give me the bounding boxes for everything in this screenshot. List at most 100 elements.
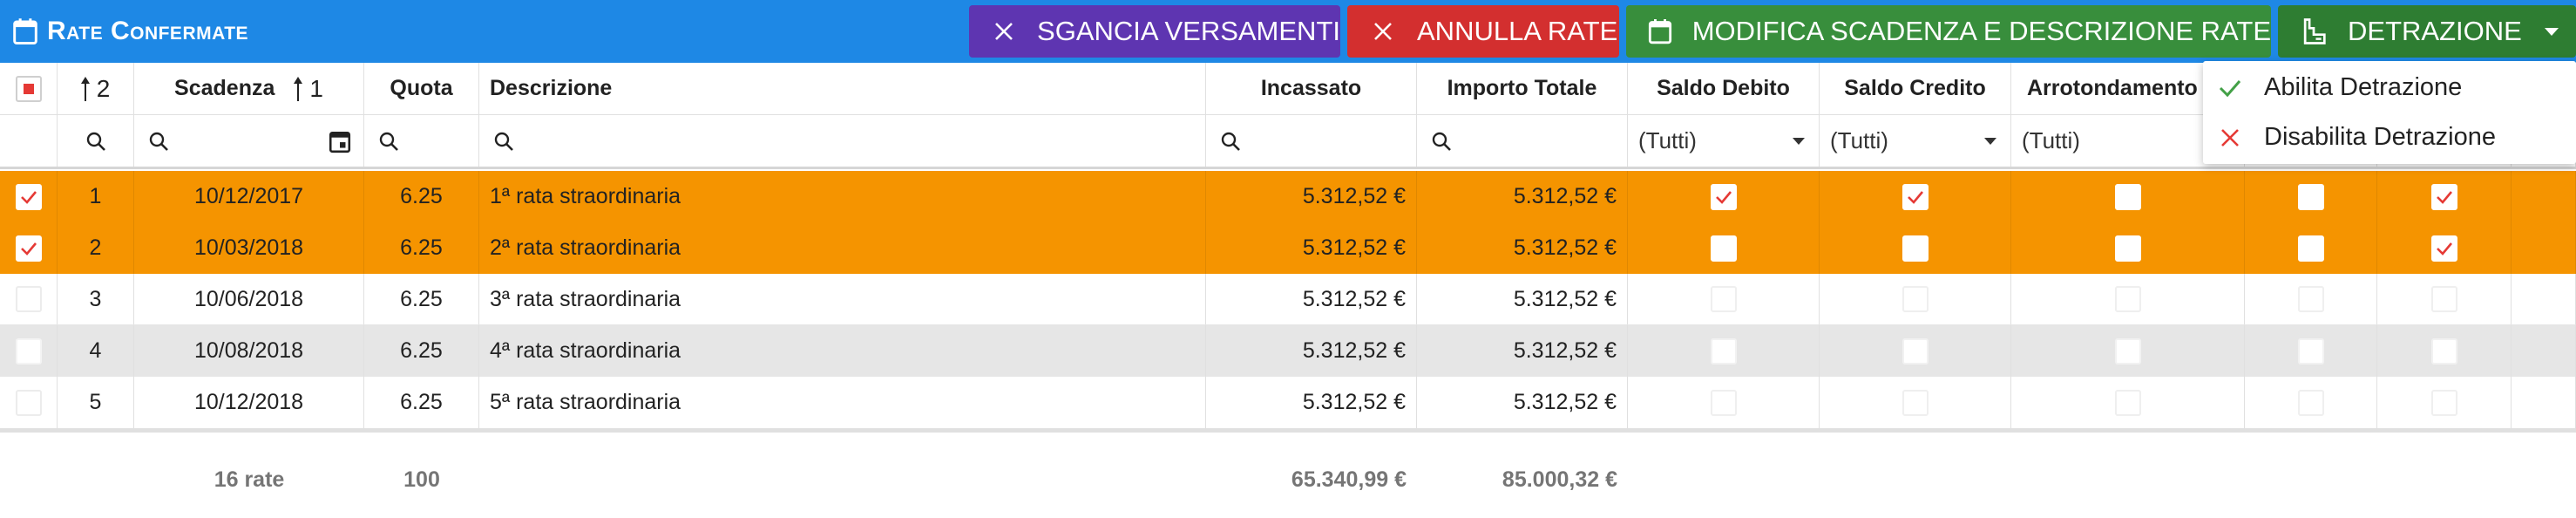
row-scadenza: 10/06/2018 — [134, 274, 364, 324]
column-10-checkbox[interactable] — [2297, 337, 2324, 365]
table-row[interactable]: 1 10/12/2017 6.25 1ª rata straordinaria 5.31… — [0, 171, 2576, 222]
row-select-checkbox[interactable] — [15, 337, 42, 365]
annulla-rate-label: ANNULLA RATE — [1417, 16, 1618, 46]
close-icon — [988, 15, 1020, 48]
filter-saldo-credito-value: (Tutti) — [1830, 127, 1888, 153]
row-column-12 — [2512, 274, 2576, 324]
column-10-checkbox[interactable] — [2297, 183, 2324, 210]
menu-item-abilita-detrazione[interactable]: Abilita Detrazione — [2203, 63, 2576, 112]
footer-importo-total: 85.000,32 € — [1502, 467, 1617, 492]
arrotondamento-checkbox[interactable] — [2114, 337, 2141, 365]
header-number[interactable]: 2 — [58, 63, 134, 114]
row-select-checkbox[interactable] — [15, 389, 42, 416]
calendar-icon — [1645, 15, 1675, 48]
footer-incassato-total: 65.340,99 € — [1291, 467, 1407, 492]
column-10-checkbox[interactable] — [2297, 389, 2324, 416]
header-saldo-credito[interactable]: Saldo Credito — [1820, 63, 2011, 114]
row-descrizione: 1ª rata straordinaria — [479, 171, 1206, 222]
table-row[interactable]: 2 10/03/2018 6.25 2ª rata straordinaria 5.31… — [0, 222, 2576, 274]
row-select-cell[interactable] — [0, 377, 58, 428]
modifica-scadenza-label: MODIFICA SCADENZA E DESCRIZIONE RATE — [1691, 16, 2271, 46]
sgancia-versamenti-button[interactable]: SGANCIA VERSAMENTI — [969, 5, 1340, 58]
table-row[interactable]: 5 10/12/2018 6.25 5ª rata straordinaria 5.31… — [0, 377, 2576, 428]
row-select-checkbox[interactable] — [15, 286, 42, 312]
row-column-12 — [2512, 325, 2576, 377]
header-incassato[interactable]: Incassato — [1206, 63, 1417, 114]
annulla-rate-button[interactable]: ANNULLA RATE — [1347, 5, 1619, 58]
calendar-picker-icon[interactable] — [329, 129, 351, 153]
saldo-credito-checkbox[interactable] — [1901, 235, 1929, 262]
arrotondamento-checkbox-cell — [2011, 171, 2245, 222]
table-row[interactable]: 3 10/06/2018 6.25 3ª rata straordinaria 5.31… — [0, 274, 2576, 325]
header-scadenza[interactable]: Scadenza 1 — [134, 63, 364, 114]
saldo-debito-checkbox[interactable] — [1710, 235, 1737, 262]
row-select-cell[interactable] — [0, 222, 58, 274]
saldo-credito-checkbox[interactable] — [1901, 389, 1929, 416]
arrotondamento-checkbox[interactable] — [2114, 389, 2141, 416]
row-number: 3 — [58, 274, 134, 324]
column-11-checkbox-cell — [2377, 274, 2512, 324]
saldo-credito-checkbox[interactable] — [1901, 286, 1929, 312]
filter-importo-totale[interactable] — [1417, 115, 1628, 167]
row-importo-totale: 5.312,52 € — [1417, 325, 1628, 377]
column-11-checkbox[interactable] — [2430, 235, 2457, 262]
arrotondamento-checkbox[interactable] — [2114, 286, 2141, 312]
sort-order-number: 2 — [96, 74, 111, 102]
row-select-checkbox[interactable] — [15, 183, 42, 210]
column-10-checkbox-cell — [2245, 171, 2377, 222]
saldo-credito-checkbox[interactable] — [1901, 337, 1929, 365]
sort-order-number: 1 — [309, 74, 323, 102]
select-all-checkbox[interactable] — [0, 63, 58, 114]
filter-scadenza[interactable] — [134, 115, 364, 167]
header-importo-totale[interactable]: Importo Totale — [1417, 63, 1628, 114]
column-11-checkbox[interactable] — [2430, 337, 2457, 365]
saldo-debito-checkbox[interactable] — [1710, 337, 1737, 365]
filter-descrizione[interactable] — [479, 115, 1206, 167]
header-saldo-debito[interactable]: Saldo Debito — [1628, 63, 1820, 114]
saldo-debito-checkbox[interactable] — [1710, 183, 1737, 210]
filter-saldo-debito-select[interactable]: (Tutti) — [1628, 115, 1820, 167]
search-icon — [1432, 132, 1451, 151]
row-select-cell[interactable] — [0, 325, 58, 377]
modifica-scadenza-button[interactable]: MODIFICA SCADENZA E DESCRIZIONE RATE — [1626, 5, 2271, 58]
column-11-checkbox[interactable] — [2430, 286, 2457, 312]
arrotondamento-checkbox[interactable] — [2114, 183, 2141, 210]
row-number: 5 — [58, 377, 134, 428]
sort-asc-icon — [80, 76, 90, 101]
column-10-checkbox[interactable] — [2297, 286, 2324, 312]
row-select-cell[interactable] — [0, 171, 58, 222]
filter-incassato[interactable] — [1206, 115, 1417, 167]
row-column-12 — [2512, 222, 2576, 274]
filter-saldo-credito-select[interactable]: (Tutti) — [1820, 115, 2011, 167]
saldo-credito-checkbox[interactable] — [1901, 183, 1929, 210]
filter-number[interactable] — [58, 115, 134, 167]
header-quota[interactable]: Quota — [364, 63, 479, 114]
row-descrizione: 2ª rata straordinaria — [479, 222, 1206, 274]
column-11-checkbox[interactable] — [2430, 183, 2457, 210]
header-arrotondamento-label: Arrotondamento — [2027, 76, 2198, 100]
detrazione-dropdown-button[interactable]: DETRAZIONE — [2278, 5, 2576, 58]
row-incassato: 5.312,52 € — [1206, 222, 1417, 274]
table-row[interactable]: 4 10/08/2018 6.25 4ª rata straordinaria 5.31… — [0, 325, 2576, 377]
row-scadenza: 10/08/2018 — [134, 325, 364, 377]
row-quota: 6.25 — [364, 171, 479, 222]
saldo-debito-checkbox-cell — [1628, 171, 1820, 222]
header-descrizione[interactable]: Descrizione — [479, 63, 1206, 114]
search-icon — [379, 132, 398, 151]
column-10-checkbox[interactable] — [2297, 235, 2324, 262]
row-select-checkbox[interactable] — [15, 235, 42, 262]
filter-quota[interactable] — [364, 115, 479, 167]
row-select-cell[interactable] — [0, 274, 58, 324]
menu-item-label: Disabilita Detrazione — [2264, 123, 2496, 151]
arrotondamento-checkbox[interactable] — [2114, 235, 2141, 262]
detrazione-label: DETRAZIONE — [2348, 16, 2522, 46]
table-bottom-border — [0, 428, 2576, 433]
saldo-debito-checkbox[interactable] — [1710, 389, 1737, 416]
saldo-debito-checkbox[interactable] — [1710, 286, 1737, 312]
check-icon — [2217, 78, 2243, 99]
row-incassato: 5.312,52 € — [1206, 377, 1417, 428]
row-importo-totale: 5.312,52 € — [1417, 222, 1628, 274]
column-11-checkbox[interactable] — [2430, 389, 2457, 416]
row-quota: 6.25 — [364, 274, 479, 324]
menu-item-disabilita-detrazione[interactable]: Disabilita Detrazione — [2203, 112, 2576, 162]
